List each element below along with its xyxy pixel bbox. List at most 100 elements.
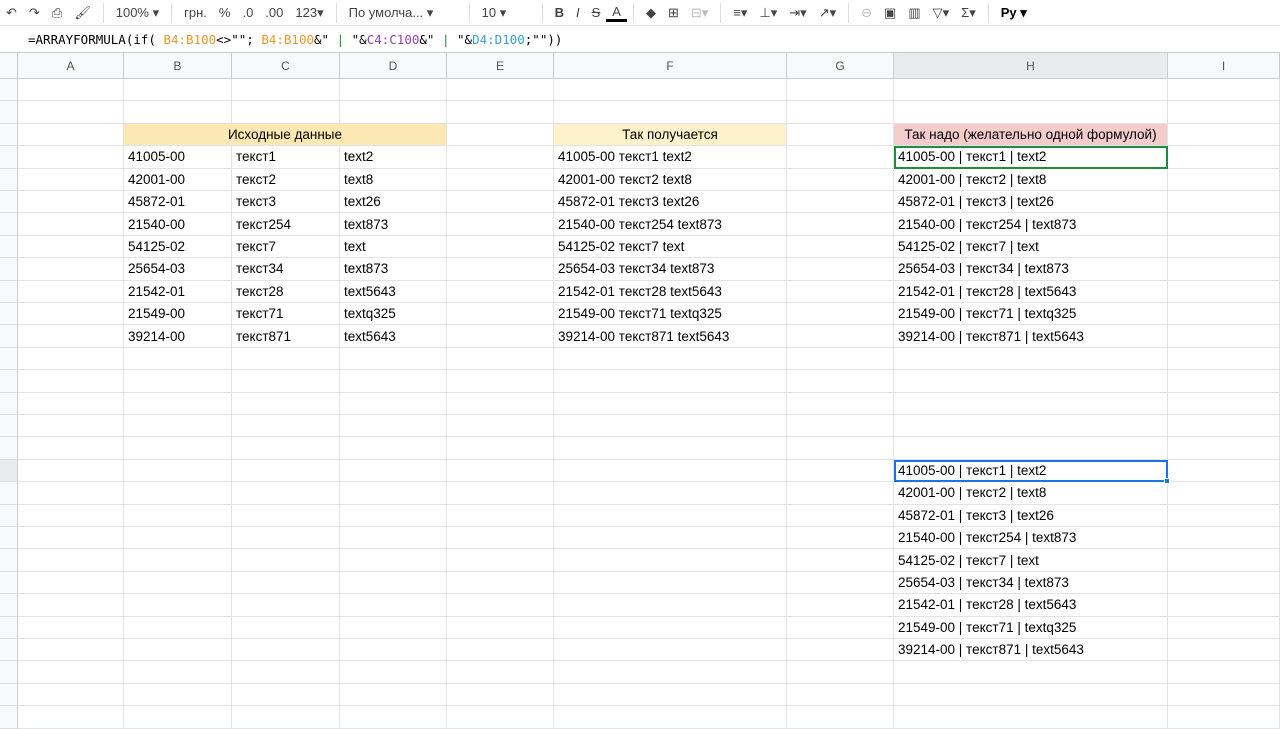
- cell-formula-output[interactable]: 25654-03 | текст34 | text873: [894, 571, 1168, 595]
- cell[interactable]: [18, 79, 124, 102]
- cell-code[interactable]: 41005-00: [124, 146, 232, 169]
- cell[interactable]: [1168, 280, 1280, 303]
- cell[interactable]: [232, 706, 340, 729]
- cell[interactable]: [1168, 235, 1280, 259]
- cell[interactable]: [787, 213, 894, 236]
- cell[interactable]: [894, 415, 1168, 438]
- cell[interactable]: [1168, 415, 1280, 438]
- cell[interactable]: [340, 661, 447, 684]
- row-header[interactable]: [0, 79, 18, 102]
- cell[interactable]: [124, 616, 232, 639]
- cell-concat-result[interactable]: 39214-00 текст871 text5643: [554, 325, 787, 348]
- cell-wanted-result[interactable]: 39214-00 | текст871 | text5643: [894, 325, 1168, 348]
- cell-text-ru[interactable]: текст1: [232, 146, 340, 169]
- cell[interactable]: [232, 370, 340, 393]
- cell[interactable]: [554, 571, 787, 595]
- cell[interactable]: [787, 370, 894, 393]
- cell[interactable]: [1168, 594, 1280, 617]
- increase-decimal-button[interactable]: .00: [259, 5, 289, 20]
- column-header-f[interactable]: F: [554, 53, 787, 79]
- cell-text-ru[interactable]: текст871: [232, 325, 340, 348]
- cell-concat-result[interactable]: 21549-00 текст71 textq325: [554, 303, 787, 326]
- cell-code[interactable]: 42001-00: [124, 168, 232, 191]
- cell-text-en[interactable]: text26: [340, 191, 447, 214]
- cell[interactable]: [232, 549, 340, 572]
- link-icon[interactable]: ⊖: [855, 5, 878, 21]
- cell[interactable]: [124, 101, 232, 124]
- cell[interactable]: [340, 459, 447, 483]
- cell[interactable]: [124, 594, 232, 617]
- cell[interactable]: [1168, 527, 1280, 550]
- cell-code[interactable]: 21549-00: [124, 303, 232, 326]
- cell-concat-result[interactable]: 42001-00 текст2 text8: [554, 168, 787, 191]
- cell[interactable]: [787, 504, 894, 527]
- cell[interactable]: [340, 639, 447, 662]
- borders-icon[interactable]: ⊞: [662, 5, 685, 21]
- cell-text-en[interactable]: text8: [340, 168, 447, 191]
- cell[interactable]: [340, 706, 447, 729]
- cell[interactable]: [18, 639, 124, 662]
- cell[interactable]: [447, 146, 554, 169]
- cell[interactable]: [554, 459, 787, 483]
- cell[interactable]: [447, 303, 554, 326]
- cell-text-en[interactable]: textq325: [340, 303, 447, 326]
- cell[interactable]: [18, 661, 124, 684]
- row-header[interactable]: [0, 639, 18, 662]
- cell-text-ru[interactable]: текст34: [232, 258, 340, 281]
- row-header[interactable]: [0, 683, 18, 707]
- cell[interactable]: [787, 459, 894, 483]
- cell[interactable]: [232, 504, 340, 527]
- cell[interactable]: [894, 392, 1168, 415]
- cell[interactable]: [18, 325, 124, 348]
- cell[interactable]: [447, 527, 554, 550]
- cell-concat-result[interactable]: 41005-00 текст1 text2: [554, 146, 787, 169]
- cell[interactable]: [18, 280, 124, 303]
- cell[interactable]: [18, 392, 124, 415]
- column-header-a[interactable]: A: [18, 53, 124, 79]
- cell[interactable]: [124, 661, 232, 684]
- cell[interactable]: [1168, 370, 1280, 393]
- cell[interactable]: [340, 370, 447, 393]
- cell[interactable]: [1168, 79, 1280, 102]
- cell[interactable]: [447, 415, 554, 438]
- cell-formula-output[interactable]: 21549-00 | текст71 | textq325: [894, 616, 1168, 639]
- cell[interactable]: [18, 168, 124, 191]
- currency-button[interactable]: грн.: [178, 5, 213, 20]
- cell[interactable]: [124, 549, 232, 572]
- cell[interactable]: [787, 392, 894, 415]
- cell[interactable]: [447, 168, 554, 191]
- cell-wanted-result[interactable]: 21549-00 | текст71 | textq325: [894, 303, 1168, 326]
- cell[interactable]: [18, 123, 124, 147]
- cell[interactable]: [447, 661, 554, 684]
- merge-cells-icon[interactable]: ⊟▾: [685, 5, 714, 21]
- cell[interactable]: [554, 683, 787, 707]
- cell-text-en[interactable]: text873: [340, 258, 447, 281]
- cell[interactable]: [232, 347, 340, 371]
- cell[interactable]: [787, 437, 894, 460]
- row-header[interactable]: [0, 101, 18, 124]
- text-rotate-icon[interactable]: ↗▾: [813, 5, 842, 21]
- row-header[interactable]: [0, 616, 18, 639]
- cell[interactable]: [232, 571, 340, 595]
- cell-text-en[interactable]: text873: [340, 213, 447, 236]
- cell[interactable]: [447, 482, 554, 505]
- cell[interactable]: [787, 235, 894, 259]
- bold-button[interactable]: B: [549, 5, 570, 20]
- cell-wanted-result[interactable]: 25654-03 | текст34 | text873: [894, 258, 1168, 281]
- cell[interactable]: [18, 213, 124, 236]
- row-header[interactable]: [0, 370, 18, 393]
- cell[interactable]: [1168, 504, 1280, 527]
- cell[interactable]: [787, 258, 894, 281]
- cell[interactable]: [787, 191, 894, 214]
- cell[interactable]: [18, 437, 124, 460]
- cell[interactable]: [447, 504, 554, 527]
- row-header[interactable]: [0, 258, 18, 281]
- comment-icon[interactable]: ▣: [878, 5, 902, 21]
- cell[interactable]: [124, 347, 232, 371]
- cell-concat-result[interactable]: 45872-01 текст3 text26: [554, 191, 787, 214]
- cell-formula-output[interactable]: 39214-00 | текст871 | text5643: [894, 639, 1168, 662]
- cell[interactable]: [232, 415, 340, 438]
- cell[interactable]: [447, 213, 554, 236]
- column-header-g[interactable]: G: [787, 53, 894, 79]
- cell[interactable]: [124, 482, 232, 505]
